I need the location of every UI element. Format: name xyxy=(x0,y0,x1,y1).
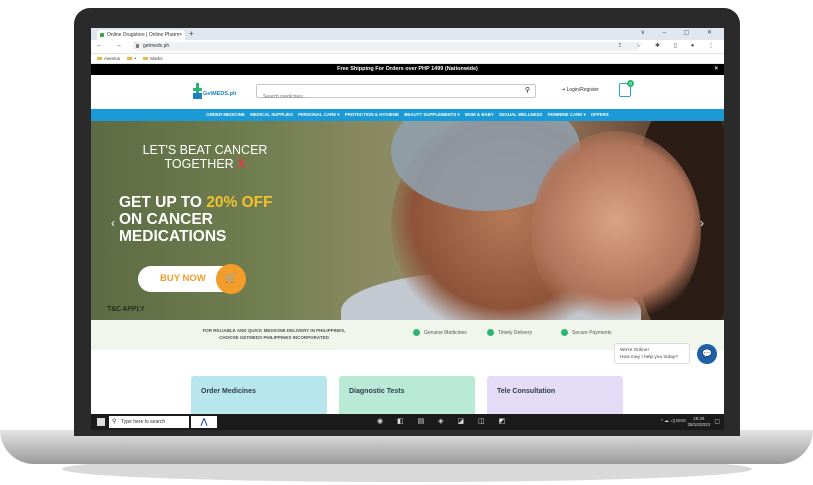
cart-icon: 🛒 xyxy=(216,264,246,294)
trust-message: FOR RELIABLE AND QUICK MEDICINE DELIVERY… xyxy=(202,328,346,340)
chat-icon[interactable]: 💬 xyxy=(697,344,717,364)
nav-item-offers[interactable]: OFFERS xyxy=(591,112,609,117)
lock-icon xyxy=(136,44,139,48)
nav-item-personal-care[interactable]: PERSONAL CARE ▾ xyxy=(298,112,339,117)
hero-photo-shape xyxy=(531,131,701,320)
chat-popup[interactable]: We're Online! How may I help you today? xyxy=(614,343,690,364)
search-box: ⚲ xyxy=(256,84,536,104)
site-logo[interactable]: GetMEDS.ph xyxy=(193,83,236,101)
tab-title: Online Drugstore | Online Pharm xyxy=(107,32,180,38)
taskbar-apps[interactable]: ◉ ◧ ▤ ◈ ◪ ◫ ◩ xyxy=(377,417,511,425)
login-register-link[interactable]: ⇥ Login/Register xyxy=(561,87,599,93)
address-bar[interactable]: getmeds.ph xyxy=(133,42,639,51)
trust-item-delivery: Timely Delivery xyxy=(487,329,532,336)
lock-icon xyxy=(561,329,568,336)
service-cards: Order Medicines Diagnostic Tests Tele Co… xyxy=(91,376,724,416)
logo-text: GetMEDS.ph xyxy=(203,91,237,97)
trust-item-payment: Secure Payments xyxy=(561,329,611,336)
folder-icon xyxy=(127,57,133,61)
main-nav: ORDER MEDICINE MEDICAL SUPPLIES PERSONAL… xyxy=(91,109,724,121)
promo-text: Free Shipping For Orders over PHP 1499 (… xyxy=(337,66,478,72)
windows-start-icon[interactable] xyxy=(97,418,105,426)
browser-tab[interactable]: Online Drugstore | Online Pharm × xyxy=(97,30,185,40)
search-icon[interactable]: ⚲ xyxy=(525,86,530,94)
card-tele-consultation[interactable]: Tele Consultation xyxy=(487,376,623,416)
bookmark-item[interactable]: Marks xyxy=(143,56,163,61)
site-header: GetMEDS.ph ⚲ ⇥ Login/Register 0 xyxy=(91,75,724,109)
new-tab-button[interactable]: + xyxy=(189,29,194,38)
folder-icon xyxy=(143,57,149,61)
logo-icon xyxy=(193,83,202,99)
screen: Online Drugstore | Online Pharm × + ∨ – … xyxy=(91,28,724,430)
app-launcher-icon[interactable]: ⋀ xyxy=(191,416,217,428)
system-tray[interactable]: ^ ☁ ◁) ENG xyxy=(661,418,686,424)
window-controls[interactable]: ∨ – ▢ ✕ xyxy=(641,29,720,36)
bookmark-item[interactable]: • xyxy=(127,56,136,61)
url-text: getmeds.ph xyxy=(143,43,170,49)
trust-item-genuine: Genuine Medicines xyxy=(413,329,467,336)
nav-item-mom-baby[interactable]: MOM & BABY xyxy=(465,112,494,117)
carousel-prev-icon[interactable]: ‹ xyxy=(111,216,115,230)
nav-item-order-medicine[interactable]: ORDER MEDICINE xyxy=(206,112,245,117)
bookmarks-bar: Aventus • Marks xyxy=(91,54,724,64)
toolbar-icons[interactable]: ⇪ ☆ ✱ ▯ ● ⋮ xyxy=(617,42,720,49)
taskbar: ⚲ Type here to search ⋀ ◉ ◧ ▤ ◈ ◪ ◫ ◩ ^ … xyxy=(91,414,724,430)
nav-item-sexual-wellness[interactable]: SEXUAL WELLNESS xyxy=(499,112,542,117)
carousel-next-icon[interactable]: › xyxy=(700,216,704,230)
tnc-label: T&C APPLY xyxy=(107,306,145,313)
favicon-icon xyxy=(100,33,104,37)
browser-toolbar: ← → C getmeds.ph ⇪ ☆ ✱ ▯ ● ⋮ xyxy=(91,40,724,54)
nav-item-beauty-supplements[interactable]: BEAUTY SUPPLEMENTS ▾ xyxy=(404,112,460,117)
bookmark-item[interactable]: Aventus xyxy=(97,56,120,61)
card-diagnostic-tests[interactable]: Diagnostic Tests xyxy=(339,376,475,416)
nav-item-feminine-care[interactable]: FEMININE CARE ▾ xyxy=(548,112,586,117)
hero-tagline: LET'S BEAT CANCER TOGETHER X xyxy=(142,143,268,171)
hero-banner[interactable]: LET'S BEAT CANCER TOGETHER X GET UP TO 2… xyxy=(91,121,724,320)
taskbar-search-placeholder: Type here to search xyxy=(121,419,166,425)
search-icon: ⚲ xyxy=(112,419,117,425)
chat-subtitle: How may I help you today? xyxy=(620,355,678,360)
notification-icon[interactable]: ▢ xyxy=(714,418,720,425)
browser-tabbar: Online Drugstore | Online Pharm × + ∨ – … xyxy=(91,28,724,40)
shield-icon xyxy=(413,329,420,336)
hero-offer: GET UP TO 20% OFF ON CANCER MEDICATIONS xyxy=(119,194,273,245)
cart-count-badge: 0 xyxy=(627,80,634,87)
taskbar-clock[interactable]: 19:29 28/10/2023 xyxy=(687,416,710,428)
buy-now-button[interactable]: BUY NOW 🛒 xyxy=(138,264,246,294)
ribbon-icon: X xyxy=(237,157,246,171)
taskbar-search[interactable]: ⚲ Type here to search xyxy=(109,416,189,428)
tab-close-icon[interactable]: × xyxy=(179,30,182,40)
nav-item-protection-hygiene[interactable]: PROTECTION & HYGIENE xyxy=(345,112,399,117)
card-order-medicines[interactable]: Order Medicines xyxy=(191,376,327,416)
folder-icon xyxy=(97,57,102,61)
search-input[interactable] xyxy=(257,90,505,104)
truck-icon xyxy=(487,329,494,336)
promo-bar: Free Shipping For Orders over PHP 1499 (… xyxy=(91,64,724,75)
promo-close-icon[interactable]: × xyxy=(714,64,718,75)
cart-icon[interactable]: 0 xyxy=(619,80,634,97)
chat-title: We're Online! xyxy=(620,348,649,353)
nav-item-medical-supplies[interactable]: MEDICAL SUPPLIES xyxy=(250,112,293,117)
